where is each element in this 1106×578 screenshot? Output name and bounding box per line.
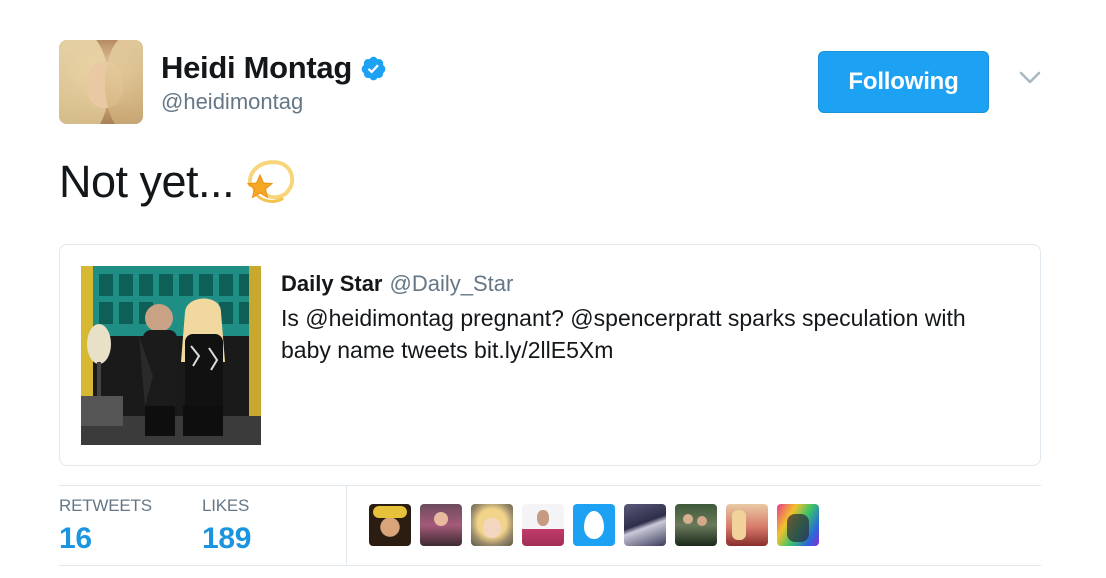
liker-avatar[interactable] [624,504,666,546]
liker-avatar[interactable] [471,504,513,546]
liker-avatar[interactable] [726,504,768,546]
quoted-tweet-photo [81,266,261,445]
quoted-author-name[interactable]: Daily Star [281,271,383,297]
quoted-tweet-card[interactable]: Daily Star @Daily_Star Is @heidimontag p… [59,244,1041,466]
chevron-down-icon[interactable] [1018,70,1042,86]
author-handle[interactable]: @heidimontag [161,89,303,115]
stats-divider-bottom [59,565,1041,566]
quoted-tweet-text: Is @heidimontag pregnant? @spencerpratt … [281,305,966,363]
retweets-stat[interactable]: RETWEETS 16 [59,496,152,556]
author-display-name[interactable]: Heidi Montag [161,50,352,86]
default-egg-avatar[interactable] [573,504,615,546]
quoted-tweet-author[interactable]: Daily Star @Daily_Star [281,271,513,297]
stats-divider-top [59,485,1041,486]
tweet-text: Not yet... [59,156,235,207]
author-avatar[interactable] [59,40,143,124]
liker-avatar[interactable] [777,504,819,546]
likes-label: LIKES [202,496,250,515]
likers-avatar-list [369,504,828,546]
likes-stat[interactable]: LIKES 189 [202,496,251,556]
quoted-author-handle[interactable]: @Daily_Star [390,271,514,297]
author-name-row[interactable]: Heidi Montag [161,50,387,86]
retweets-label: RETWEETS [59,496,152,515]
retweets-count[interactable]: 16 [59,522,152,556]
stats-divider-vertical [346,486,347,565]
quoted-tweet-image[interactable] [81,266,261,445]
avatar-hair-right [105,40,143,124]
liker-avatar[interactable] [369,504,411,546]
liker-avatar[interactable] [675,504,717,546]
liker-avatar[interactable] [420,504,462,546]
likes-count[interactable]: 189 [202,522,251,556]
dizzy-star-icon [246,160,295,203]
tweet-text-row: Not yet... [59,155,296,209]
verified-badge-icon [361,56,386,80]
liker-avatar[interactable] [522,504,564,546]
following-button[interactable]: Following [818,51,989,113]
